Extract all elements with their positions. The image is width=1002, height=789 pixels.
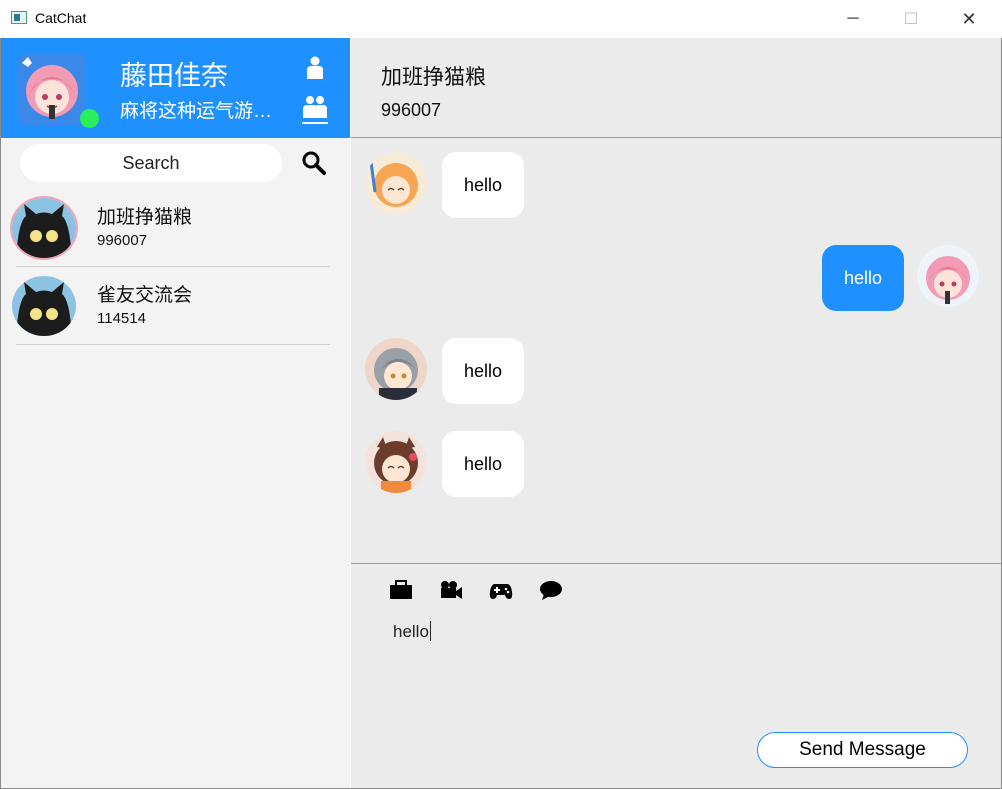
profile-signature: 麻将这种运气游… xyxy=(120,101,273,122)
message-list: hello hello hello hello xyxy=(351,138,1001,563)
contact-id: 996007 xyxy=(97,232,148,249)
maximize-button[interactable]: ☐ xyxy=(888,0,934,38)
composer: hello Send Message xyxy=(351,563,1001,789)
sender-avatar[interactable] xyxy=(365,431,427,493)
close-button[interactable]: ✕ xyxy=(946,0,992,38)
folder-icon[interactable] xyxy=(389,580,413,600)
text-caret xyxy=(429,621,431,641)
search-input[interactable]: Search xyxy=(20,144,282,182)
contact-avatar xyxy=(12,276,76,336)
sidebar: 藤田佳奈 麻将这种运气游… Search 加班挣猫粮 996007 雀友交流会 … xyxy=(1,38,350,788)
message-bubble[interactable]: hello xyxy=(822,245,904,311)
minimize-button[interactable]: ─ xyxy=(830,0,876,38)
title-bar: CatChat ─ ☐ ✕ xyxy=(0,0,1002,38)
video-camera-icon[interactable] xyxy=(439,580,463,600)
message-input-value: hello xyxy=(393,622,429,641)
sender-avatar[interactable] xyxy=(365,338,427,400)
sender-avatar[interactable] xyxy=(365,152,427,214)
active-tab-indicator xyxy=(302,122,328,124)
profile-header: 藤田佳奈 麻将这种运气游… xyxy=(1,38,350,138)
online-status-dot xyxy=(80,109,99,128)
contact-avatar xyxy=(12,198,76,258)
contact-list: 加班挣猫粮 996007 雀友交流会 114514 xyxy=(1,189,350,345)
contact-id: 114514 xyxy=(97,310,146,327)
send-message-button[interactable]: Send Message xyxy=(757,732,968,768)
contact-name: 加班挣猫粮 xyxy=(97,207,193,228)
contact-item[interactable]: 雀友交流会 114514 xyxy=(12,267,330,345)
person-icon[interactable] xyxy=(304,56,326,80)
own-avatar[interactable] xyxy=(917,245,979,307)
message-input[interactable]: hello xyxy=(393,621,431,642)
group-icon[interactable] xyxy=(301,94,329,120)
message-bubble[interactable]: hello xyxy=(442,338,524,404)
chat-header: 加班挣猫粮 996007 xyxy=(351,38,1001,138)
gamepad-icon[interactable] xyxy=(489,580,513,600)
profile-name: 藤田佳奈 xyxy=(120,61,228,91)
search-icon[interactable] xyxy=(302,151,326,175)
chat-panel: 加班挣猫粮 996007 hello hello hello hello hel… xyxy=(351,38,1001,788)
chat-id: 996007 xyxy=(381,100,442,120)
chat-title: 加班挣猫粮 xyxy=(381,66,486,89)
contact-name: 雀友交流会 xyxy=(97,285,193,306)
message-bubble[interactable]: hello xyxy=(442,431,524,497)
user-avatar[interactable] xyxy=(18,53,86,125)
window-title: CatChat xyxy=(35,10,87,26)
app-icon xyxy=(11,11,27,24)
contact-item[interactable]: 加班挣猫粮 996007 xyxy=(12,189,330,267)
message-bubble[interactable]: hello xyxy=(442,152,524,218)
chat-bubble-icon[interactable] xyxy=(539,580,563,600)
